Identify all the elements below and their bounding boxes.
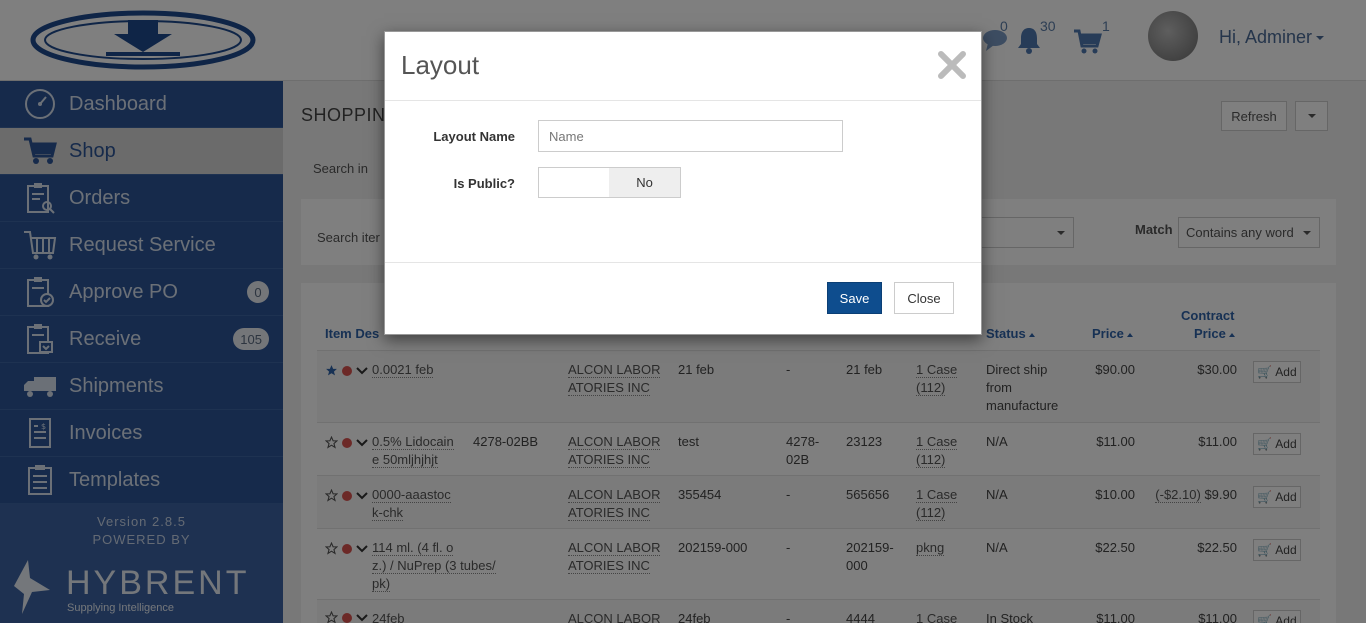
is-public-toggle[interactable]: No	[538, 167, 681, 198]
modal-footer-divider	[385, 262, 981, 263]
close-icon[interactable]	[935, 48, 969, 82]
modal-header: Layout	[385, 32, 981, 101]
close-button[interactable]: Close	[894, 282, 954, 314]
is-public-toggle-value: No	[609, 168, 680, 197]
modal-title: Layout	[401, 50, 480, 80]
save-button[interactable]: Save	[827, 282, 882, 314]
layout-name-label: Layout Name	[433, 129, 515, 144]
layout-name-input[interactable]	[538, 120, 843, 152]
is-public-label: Is Public?	[453, 176, 515, 191]
layout-modal: Layout Layout Name Is Public? No Save Cl…	[384, 31, 982, 335]
